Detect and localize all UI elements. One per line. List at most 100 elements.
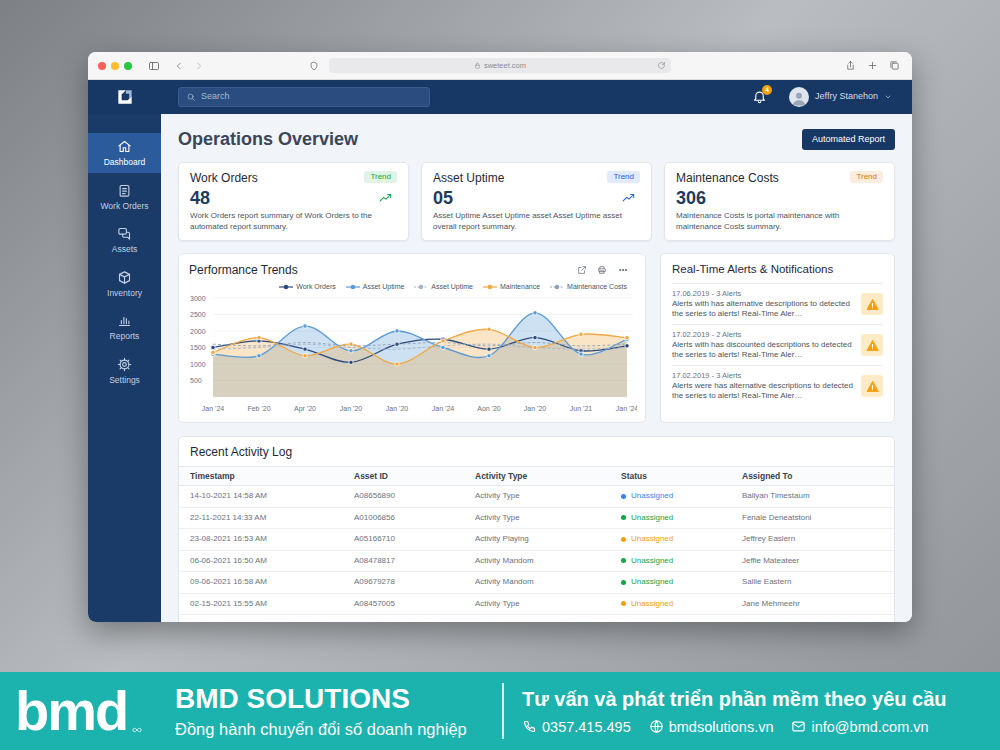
trend-up-icon	[618, 191, 640, 205]
address-bar[interactable]: sweteet.com	[329, 58, 671, 73]
y-axis-tick: 500	[190, 377, 202, 384]
contact-item[interactable]: info@bmd.com.vn	[791, 718, 928, 736]
back-arrow-icon[interactable]	[174, 61, 184, 71]
y-axis-tick: 2500	[190, 311, 206, 318]
share-icon[interactable]	[845, 60, 856, 71]
legend-dot	[419, 284, 424, 289]
print-icon[interactable]	[597, 265, 607, 275]
close-button[interactable]	[98, 62, 106, 70]
sidebar: DashboardWork OrdersAssetsInventory Repor…	[88, 114, 161, 622]
user-menu[interactable]: Jeffry Stanehon	[789, 87, 892, 107]
search-box[interactable]	[178, 87, 430, 107]
performance-chart: 30002500200015001000500Jan '24Feb '20Apr…	[189, 293, 637, 415]
sidebar-item[interactable]: Dashboard	[88, 133, 161, 173]
alert-item[interactable]: 17.02.2019 - 3 AlertsAlerts were has alt…	[672, 365, 883, 406]
status-cell: Unassigned	[621, 556, 742, 566]
table-header-row: TimestampAsset IDActivity TypeStatusAssi…	[179, 466, 894, 486]
alert-item[interactable]: 17.06.2019 - 3 AlertsAlerts with has alt…	[672, 283, 883, 324]
table-cell: 09-06-2021 16:58 AM	[190, 577, 354, 587]
status-dot	[621, 494, 626, 499]
more-options-icon[interactable]	[617, 265, 629, 275]
status-cell: Unassigned	[621, 577, 742, 587]
chart-header: Performance Trends	[189, 262, 635, 278]
chevron-down-icon[interactable]	[884, 93, 892, 101]
table-cell: Activity Type	[475, 513, 621, 523]
chart-row: Performance TrendsWork OrdersAsset Uptim…	[178, 253, 895, 423]
sidebar-item[interactable]: Assets	[88, 220, 161, 260]
column-header[interactable]: Asset ID	[354, 471, 475, 481]
alert-text: 17.02.2019 - 2 AlertsAlerts with has dis…	[672, 330, 855, 360]
status-dot	[621, 558, 626, 563]
contact-text: bmdsolutions.vn	[669, 718, 774, 736]
status-dot	[621, 537, 626, 542]
column-header[interactable]: Status	[621, 471, 742, 481]
user-name[interactable]: Jeffry Stanehon	[815, 90, 878, 104]
address-content: sweteet.com	[474, 61, 526, 71]
x-axis-tick: Jan '20	[340, 405, 362, 412]
app-logo[interactable]	[88, 87, 161, 107]
kpi-card[interactable]: Asset UptimeTrend05Asset Uptime Asset Up…	[421, 162, 652, 241]
alert-text: 17.02.2019 - 3 AlertsAlerts were has alt…	[672, 371, 855, 401]
legend-dot	[284, 284, 289, 289]
address-text[interactable]: sweteet.com	[484, 61, 526, 71]
x-axis-tick: Aon '20	[477, 405, 501, 412]
x-axis-tick: Jan '24	[616, 405, 637, 412]
chart-point	[487, 347, 491, 351]
automated-report-button[interactable]: Automated Report	[802, 129, 895, 150]
alerts-card: Real-Time Alerts & Notifications17.06.20…	[660, 253, 895, 423]
infinity-icon	[128, 725, 146, 735]
alert-time: 17.02.2019 - 2 Alerts	[672, 330, 855, 340]
table-row[interactable]: 22-11-2021 14:33 AMA01006856Activity Typ…	[179, 508, 894, 530]
alert-description: Alerts with has alternative descriptions…	[672, 299, 855, 319]
contact-item[interactable]: bmdsolutions.vn	[649, 718, 774, 736]
kpi-card[interactable]: Work OrdersTrend48Work Orders report sum…	[178, 162, 409, 241]
sidebar-item[interactable]: Inventory	[88, 264, 161, 304]
reload-icon[interactable]	[657, 61, 666, 70]
forward-arrow-icon[interactable]	[194, 61, 204, 71]
bar-chart-icon	[117, 313, 132, 328]
table-cell: Jane Mehmeehr	[742, 599, 894, 609]
sidebar-item-label: Reports	[110, 331, 140, 341]
legend-dot	[350, 284, 355, 289]
chart-point	[349, 342, 353, 346]
column-header[interactable]: Timestamp	[190, 471, 354, 481]
y-axis-tick: 1000	[190, 361, 206, 368]
banner-divider	[502, 683, 504, 739]
sidebar-item[interactable]: Reports	[88, 307, 161, 347]
shield-icon[interactable]	[309, 61, 319, 71]
table-cell: Activity Playing	[475, 534, 621, 544]
table-row[interactable]: 23-08-2021 16:53 AMA05166710Activity Pla…	[179, 529, 894, 551]
legend-marker	[483, 284, 497, 290]
alert-item[interactable]: 17.02.2019 - 2 AlertsAlerts with has dis…	[672, 324, 883, 365]
activity-log-title: Recent Activity Log	[179, 437, 894, 460]
x-axis-tick: Feb '20	[247, 405, 270, 412]
sidebar-item[interactable]: Settings	[88, 351, 161, 391]
kpi-title: Maintenance Costs	[676, 171, 779, 185]
zoom-button[interactable]	[124, 62, 132, 70]
table-row[interactable]: 14-10-2021 14:58 AMA08656890Activity Typ…	[179, 486, 894, 508]
table-row[interactable]: 02-15-2021 15:55 AMA08457005Activity Typ…	[179, 594, 894, 616]
y-axis-tick: 1500	[190, 344, 206, 351]
contact-item[interactable]: 0357.415.495	[522, 718, 631, 736]
minimize-button[interactable]	[111, 62, 119, 70]
mail-icon	[791, 719, 806, 734]
tabs-icon[interactable]	[889, 60, 900, 71]
user-avatar[interactable]	[789, 87, 809, 107]
sidebar-toggle-icon[interactable]	[148, 60, 160, 72]
notifications-button[interactable]: 4	[752, 89, 768, 105]
table-row[interactable]: 09-06-2021 16:58 AMA09679278Activity Man…	[179, 572, 894, 594]
table-row[interactable]: 06-06-2021 16:50 AMA08478817Activity Man…	[179, 551, 894, 573]
external-link-icon[interactable]	[577, 265, 587, 275]
plus-icon[interactable]	[867, 60, 878, 71]
chart-point	[395, 342, 399, 346]
column-header[interactable]: Activity Type	[475, 471, 621, 481]
table-cell: Jeffie Mateateer	[742, 556, 894, 566]
search-input[interactable]	[201, 90, 422, 104]
kpi-card[interactable]: Maintenance CostsTrend306Maintenance Cos…	[664, 162, 895, 241]
column-header[interactable]: Assigned To	[742, 471, 894, 481]
sidebar-item[interactable]: Work Orders	[88, 177, 161, 217]
y-axis-tick: 3000	[190, 295, 206, 302]
alert-icon-box	[861, 334, 883, 356]
kpi-value: 48	[190, 187, 210, 209]
table-cell: Activity Mandom	[475, 556, 621, 566]
